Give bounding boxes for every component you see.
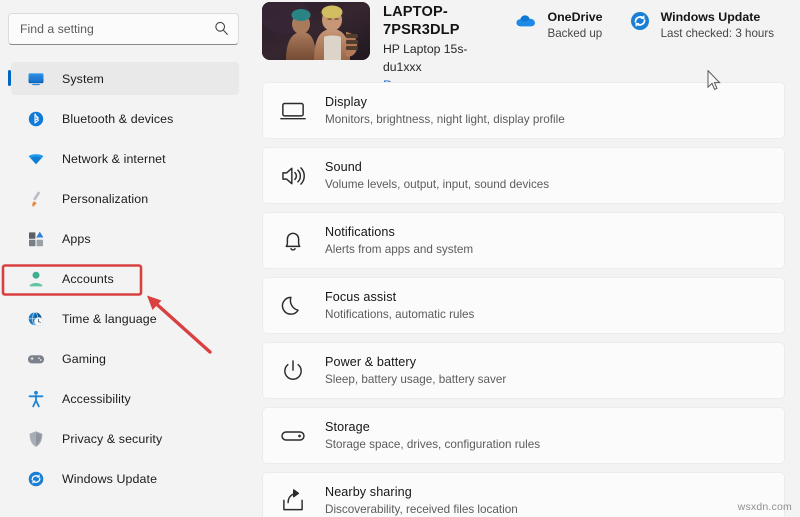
sidebar-item-label: System xyxy=(62,71,104,86)
card-subtitle: Alerts from apps and system xyxy=(325,242,474,256)
search-input[interactable] xyxy=(8,13,239,45)
speaker-icon xyxy=(279,162,307,190)
windows-update-icon xyxy=(27,470,45,488)
sidebar-item-label: Network & internet xyxy=(62,151,166,166)
share-icon xyxy=(279,487,307,515)
sidebar: System Bluetooth & devices xyxy=(0,0,255,517)
person-icon xyxy=(27,270,45,288)
settings-card-list: Display Monitors, brightness, night ligh… xyxy=(255,72,800,517)
status-subtitle: Last checked: 3 hours xyxy=(660,27,774,40)
settings-card-nearby-sharing[interactable]: Nearby sharing Discoverability, received… xyxy=(262,472,785,517)
settings-window: System Bluetooth & devices xyxy=(0,0,800,517)
power-icon xyxy=(279,357,307,385)
wifi-icon xyxy=(27,150,45,168)
user-avatar-image xyxy=(262,2,370,60)
device-model: HP Laptop 15s-du1xxx xyxy=(383,42,468,74)
status-title: OneDrive xyxy=(547,10,603,24)
sidebar-item-gaming[interactable]: Gaming xyxy=(11,342,239,375)
sidebar-item-accessibility[interactable]: Accessibility xyxy=(11,382,239,415)
main-content: LAPTOP-7PSR3DLP HP Laptop 15s-du1xxx Ren… xyxy=(255,0,800,517)
card-subtitle: Sleep, battery usage, battery saver xyxy=(325,372,507,386)
apps-grid-icon xyxy=(27,230,45,248)
card-title: Notifications xyxy=(325,224,395,239)
windows-update-icon xyxy=(629,10,651,32)
sidebar-item-label: Personalization xyxy=(62,191,149,206)
gamepad-icon xyxy=(27,350,45,368)
device-text-block: LAPTOP-7PSR3DLP HP Laptop 15s-du1xxx Ren… xyxy=(370,2,477,94)
card-title: Nearby sharing xyxy=(325,484,412,499)
sidebar-item-personalization[interactable]: Personalization xyxy=(11,182,239,215)
sidebar-item-label: Bluetooth & devices xyxy=(62,111,174,126)
clock-globe-icon xyxy=(27,310,45,328)
moon-icon xyxy=(279,292,307,320)
sidebar-item-label: Accessibility xyxy=(62,391,131,406)
card-title: Power & battery xyxy=(325,354,417,369)
sidebar-item-label: Apps xyxy=(62,231,91,246)
settings-card-power-battery[interactable]: Power & battery Sleep, battery usage, ba… xyxy=(262,342,785,399)
sidebar-item-windows-update[interactable]: Windows Update xyxy=(11,462,239,495)
settings-card-sound[interactable]: Sound Volume levels, output, input, soun… xyxy=(262,147,785,204)
display-monitor-icon xyxy=(27,70,45,88)
shield-icon xyxy=(27,430,45,448)
card-subtitle: Volume levels, output, input, sound devi… xyxy=(325,177,550,191)
status-summary: OneDrive Backed up Windows Update Last c… xyxy=(515,2,800,42)
onedrive-cloud-icon xyxy=(515,10,537,32)
sidebar-item-network-internet[interactable]: Network & internet xyxy=(11,142,239,175)
sidebar-item-system[interactable]: System xyxy=(8,62,239,95)
sidebar-item-label: Time & language xyxy=(62,311,157,326)
sidebar-item-bluetooth-devices[interactable]: Bluetooth & devices xyxy=(11,102,239,135)
settings-card-notifications[interactable]: Notifications Alerts from apps and syste… xyxy=(262,212,785,269)
settings-card-display[interactable]: Display Monitors, brightness, night ligh… xyxy=(262,82,785,139)
sidebar-item-apps[interactable]: Apps xyxy=(11,222,239,255)
monitor-icon xyxy=(279,97,307,125)
drive-icon xyxy=(279,422,307,450)
card-subtitle: Storage space, drives, configuration rul… xyxy=(325,437,541,451)
paintbrush-icon xyxy=(27,190,45,208)
sidebar-item-label: Windows Update xyxy=(62,471,158,486)
device-name: LAPTOP-7PSR3DLP xyxy=(383,4,460,38)
bluetooth-icon xyxy=(27,110,45,128)
search-container xyxy=(8,13,239,45)
card-title: Focus assist xyxy=(325,289,397,304)
sidebar-item-label: Gaming xyxy=(62,351,106,366)
sidebar-item-label: Accounts xyxy=(62,271,114,286)
status-item-windows-update[interactable]: Windows Update Last checked: 3 hours xyxy=(629,9,774,42)
card-subtitle: Monitors, brightness, night light, displ… xyxy=(325,112,565,126)
sidebar-item-label: Privacy & security xyxy=(62,431,163,446)
status-item-onedrive[interactable]: OneDrive Backed up xyxy=(515,9,603,42)
accessibility-icon xyxy=(27,390,45,408)
card-subtitle: Notifications, automatic rules xyxy=(325,307,475,321)
device-info: LAPTOP-7PSR3DLP HP Laptop 15s-du1xxx Ren… xyxy=(255,2,477,94)
watermark: wsxdn.com xyxy=(737,501,792,513)
sidebar-item-privacy-security[interactable]: Privacy & security xyxy=(11,422,239,455)
bell-icon xyxy=(279,227,307,255)
card-subtitle: Discoverability, received files location xyxy=(325,502,518,516)
sidebar-nav: System Bluetooth & devices Network & int… xyxy=(0,62,255,495)
card-title: Display xyxy=(325,94,367,109)
device-header: LAPTOP-7PSR3DLP HP Laptop 15s-du1xxx Ren… xyxy=(255,0,800,92)
card-title: Storage xyxy=(325,419,370,434)
settings-card-focus-assist[interactable]: Focus assist Notifications, automatic ru… xyxy=(262,277,785,334)
sidebar-item-accounts[interactable]: Accounts xyxy=(11,262,239,295)
sidebar-item-time-language[interactable]: Time & language xyxy=(11,302,239,335)
status-title: Windows Update xyxy=(660,10,761,24)
card-title: Sound xyxy=(325,159,362,174)
status-subtitle: Backed up xyxy=(547,27,603,40)
settings-card-storage[interactable]: Storage Storage space, drives, configura… xyxy=(262,407,785,464)
